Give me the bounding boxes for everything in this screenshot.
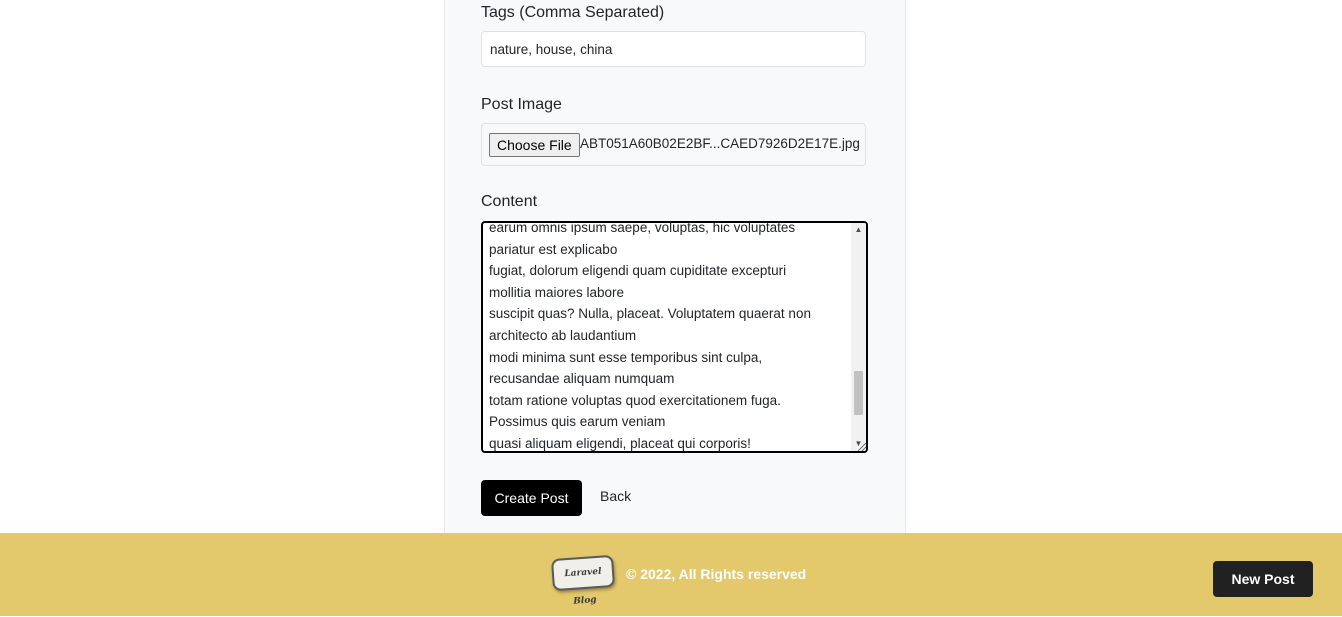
- tags-input[interactable]: nature, house, china: [481, 31, 866, 67]
- content-scrollbar[interactable]: ▲ ▼: [851, 223, 866, 451]
- create-post-button[interactable]: Create Post: [481, 480, 582, 516]
- tags-label: Tags (Comma Separated): [481, 4, 665, 21]
- selected-file-name: ABT051A60B02E2BF...CAED7926D2E17E.jpg: [580, 136, 860, 151]
- resize-handle-icon[interactable]: [858, 443, 866, 451]
- back-link[interactable]: Back: [600, 488, 631, 504]
- content-textarea[interactable]: earum omnis ipsum saepe, voluptas, hic v…: [481, 221, 868, 453]
- choose-file-button[interactable]: Choose File: [489, 133, 580, 157]
- scroll-up-arrow-icon[interactable]: ▲: [851, 223, 866, 237]
- copyright-text: © 2022, All Rights reserved: [626, 566, 807, 582]
- scrollbar-thumb[interactable]: [854, 371, 863, 415]
- post-image-label: Post Image: [481, 96, 562, 113]
- post-image-file-input[interactable]: Choose File ABT051A60B02E2BF...CAED7926D…: [481, 123, 866, 166]
- content-label: Content: [481, 193, 538, 210]
- content-text: earum omnis ipsum saepe, voluptas, hic v…: [489, 221, 811, 451]
- footer: Laravel Blog © 2022, All Rights reserved…: [0, 533, 1342, 616]
- laravel-blog-logo: Laravel Blog: [550, 554, 616, 607]
- new-post-button[interactable]: New Post: [1213, 561, 1313, 597]
